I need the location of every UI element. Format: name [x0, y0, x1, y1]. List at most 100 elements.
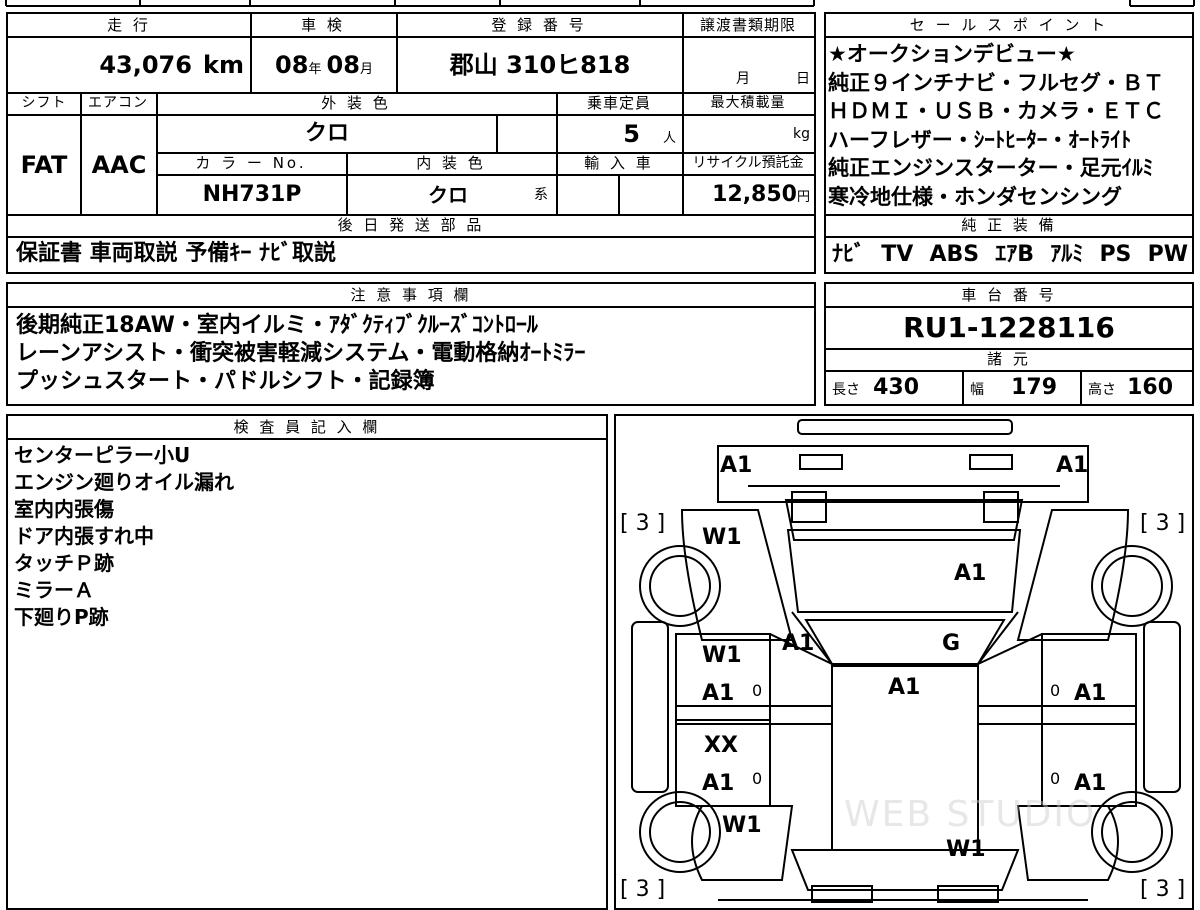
note-line: レーンアシスト・衝突被害軽減システム・電動格納ｵｰﾄﾐﾗｰ	[16, 341, 586, 366]
import-label: 輸 入 車	[584, 154, 654, 172]
exterior-color-label: 外 装 色	[321, 94, 391, 112]
spec-length: 長さ 430	[832, 372, 962, 404]
equipment-item: ｴｱB	[995, 242, 1035, 267]
inspector-line: エンジン廻りオイル漏れ	[14, 470, 234, 494]
transfer-label: 譲渡書類期限	[699, 16, 796, 34]
specs-label: 諸 元	[987, 350, 1031, 368]
mark-wheel-front-left: W1	[702, 525, 742, 550]
exterior-color-value: クロ	[304, 121, 349, 146]
max-load-unit: kg	[793, 126, 810, 142]
car-diagram-box: WEB STUDIO A1 A1 [ 3 ] [ 3 ] [ 3 ] [ 3 ]…	[614, 414, 1194, 910]
mark-front-left-corner: A1	[720, 453, 752, 478]
mileage-unit: km	[203, 51, 244, 79]
equipment-item: ｱﾙﾐ	[1050, 242, 1084, 267]
inspection-month-unit: 月	[359, 62, 373, 77]
mark-rear-door-right-zero: 0	[1050, 769, 1060, 788]
registration-label: 登 録 番 号	[491, 16, 587, 34]
capacity-unit: 人	[662, 131, 676, 146]
shift-label: シフト	[21, 95, 67, 111]
recycle-unit: 円	[796, 190, 810, 205]
mark-hood: A1	[954, 561, 986, 586]
mark-tire-front-left: [ 3 ]	[620, 511, 665, 536]
mark-rear-door-left-2: A1	[702, 771, 734, 796]
mark-front-door-right-zero: 0	[1050, 681, 1060, 700]
equipment-item: PW	[1147, 242, 1188, 267]
car-diagram: WEB STUDIO A1 A1 [ 3 ] [ 3 ] [ 3 ] [ 3 ]…	[620, 419, 1185, 903]
inspection-year-unit: 年	[308, 62, 322, 77]
registration-value: 郡山 310ヒ818	[449, 51, 631, 79]
inspection-label: 車 検	[301, 16, 345, 34]
chassis-label: 車 台 番 号	[961, 286, 1057, 304]
inspector-line: タッチＰ跡	[14, 551, 114, 575]
interior-color-cell: クロ 系	[348, 176, 556, 214]
inspector-line: 下廻りP跡	[14, 605, 109, 629]
mark-windshield: G	[942, 631, 960, 656]
top-clipped-row	[5, 0, 1195, 7]
chassis-value: RU1-1228116	[903, 311, 1115, 344]
sales-point-line: ハーフレザー・ｼｰﾄﾋｰﾀｰ・ｵｰﾄﾗｲﾄ	[828, 127, 1132, 152]
inspector-list: センターピラー小U エンジン廻りオイル漏れ 室内内張傷 ドア内張すれ中 タッチＰ跡 ミラー…	[14, 442, 594, 631]
inspector-line: 室内内張傷	[14, 497, 114, 521]
mark-roof: A1	[888, 675, 920, 700]
equipment-item: ABS	[929, 242, 980, 267]
recycle-value: 12,850	[712, 182, 797, 207]
inspection-value-cell: 08年 08月	[252, 38, 396, 92]
spec-width: 幅 179	[970, 372, 1080, 404]
note-line: プッシュスタート・パドルシフト・記録簿	[16, 369, 435, 394]
capacity-value: 5	[623, 120, 640, 148]
spec-length-value: 430	[873, 375, 920, 400]
shift-value: FAT	[20, 151, 68, 179]
recycle-value-cell: 12,850円	[684, 176, 814, 214]
mileage-value-cell: 43,076 km	[8, 38, 250, 92]
mark-front-door-right: A1	[1074, 681, 1106, 706]
sales-points-box: セ ー ル ス ポ イ ン ト ★オークションデビュー★ 純正９インチナビ・フルセ…	[824, 12, 1194, 274]
notes-box: 注 意 事 項 欄 後期純正18AW・室内イルミ・ｱﾀﾞｸﾃｨﾌﾞｸﾙｰｽﾞｺﾝ…	[6, 282, 816, 406]
spec-length-label: 長さ	[832, 382, 860, 398]
equipment-item: ﾅﾋﾞ	[832, 242, 866, 267]
inspector-line: ドア内張すれ中	[14, 524, 154, 548]
equipment-item: PS	[1099, 242, 1132, 267]
spec-width-label: 幅	[970, 382, 984, 398]
color-no-label: カ ラ ー No.	[195, 154, 307, 172]
mileage-label: 走 行	[107, 16, 151, 34]
inspector-label: 検 査 員 記 入 欄	[233, 418, 381, 436]
mark-rear-door-left-zero: 0	[752, 769, 762, 788]
inspector-box: 検 査 員 記 入 欄 センターピラー小U エンジン廻りオイル漏れ 室内内張傷 ドア内…	[6, 414, 608, 910]
mark-wheel-rear-right: W1	[946, 837, 986, 862]
sales-point-line: 純正エンジンスターター・足元ｲﾙﾐ	[828, 156, 1154, 180]
spec-height-value: 160	[1127, 375, 1174, 400]
mark-tire-rear-right: [ 3 ]	[1140, 877, 1185, 902]
inspection-year: 08	[275, 51, 309, 79]
transfer-value-cell: 月 日	[684, 64, 814, 92]
mark-wheel-rear-left: W1	[722, 813, 762, 838]
recycle-label: リサイクル預託金	[692, 155, 804, 171]
mark-a-pillar: A1	[782, 631, 814, 656]
watermark-text: WEB STUDIO	[844, 794, 1096, 835]
interior-color-suffix: 系	[534, 187, 548, 203]
sales-point-line: 寒冷地仕様・ホンダセンシング	[828, 184, 1122, 209]
mileage-value: 43,076	[99, 51, 192, 79]
mark-front-door-left-zero: 0	[752, 681, 762, 700]
spec-height: 高さ 160	[1088, 372, 1192, 404]
notes-list: 後期純正18AW・室内イルミ・ｱﾀﾞｸﾃｨﾌﾞｸﾙｰｽﾞｺﾝﾄﾛｰﾙ レーンアシス…	[16, 312, 806, 396]
mark-tire-rear-left: [ 3 ]	[620, 877, 665, 902]
ac-value: AAC	[91, 151, 147, 179]
inspection-month: 08	[326, 51, 360, 79]
spec-height-label: 高さ	[1088, 382, 1116, 398]
interior-color-value: クロ	[428, 183, 468, 207]
sales-points-label: セ ー ル ス ポ イ ン ト	[909, 16, 1109, 34]
sales-points-list: ★オークションデビュー★ 純正９インチナビ・フルセグ・ＢＴ ＨＤＭＩ・ＵＳＢ・カメラ…	[828, 40, 1192, 211]
notes-label: 注 意 事 項 欄	[350, 286, 472, 304]
mark-front-door-left-2: A1	[702, 681, 734, 706]
transfer-day-unit: 日	[796, 71, 810, 87]
capacity-value-cell: 5 人	[558, 116, 682, 152]
vehicle-info-table: 走 行 車 検 登 録 番 号 譲渡書類期限 43,076 km 08年 08月…	[6, 12, 816, 274]
later-parts-value: 保証書 車両取説 予備ｷｰ ﾅﾋﾞ取説	[16, 241, 336, 266]
max-load-label: 最大積載量	[710, 95, 786, 111]
inspector-line: ミラーＡ	[14, 578, 94, 602]
mark-front-door-left-1: W1	[702, 643, 742, 668]
later-parts-label: 後 日 発 送 部 品	[337, 216, 485, 234]
sales-point-line: 純正９インチナビ・フルセグ・ＢＴ	[828, 70, 1164, 95]
spec-width-value: 179	[1011, 375, 1058, 400]
capacity-label: 乗車定員	[586, 94, 651, 112]
